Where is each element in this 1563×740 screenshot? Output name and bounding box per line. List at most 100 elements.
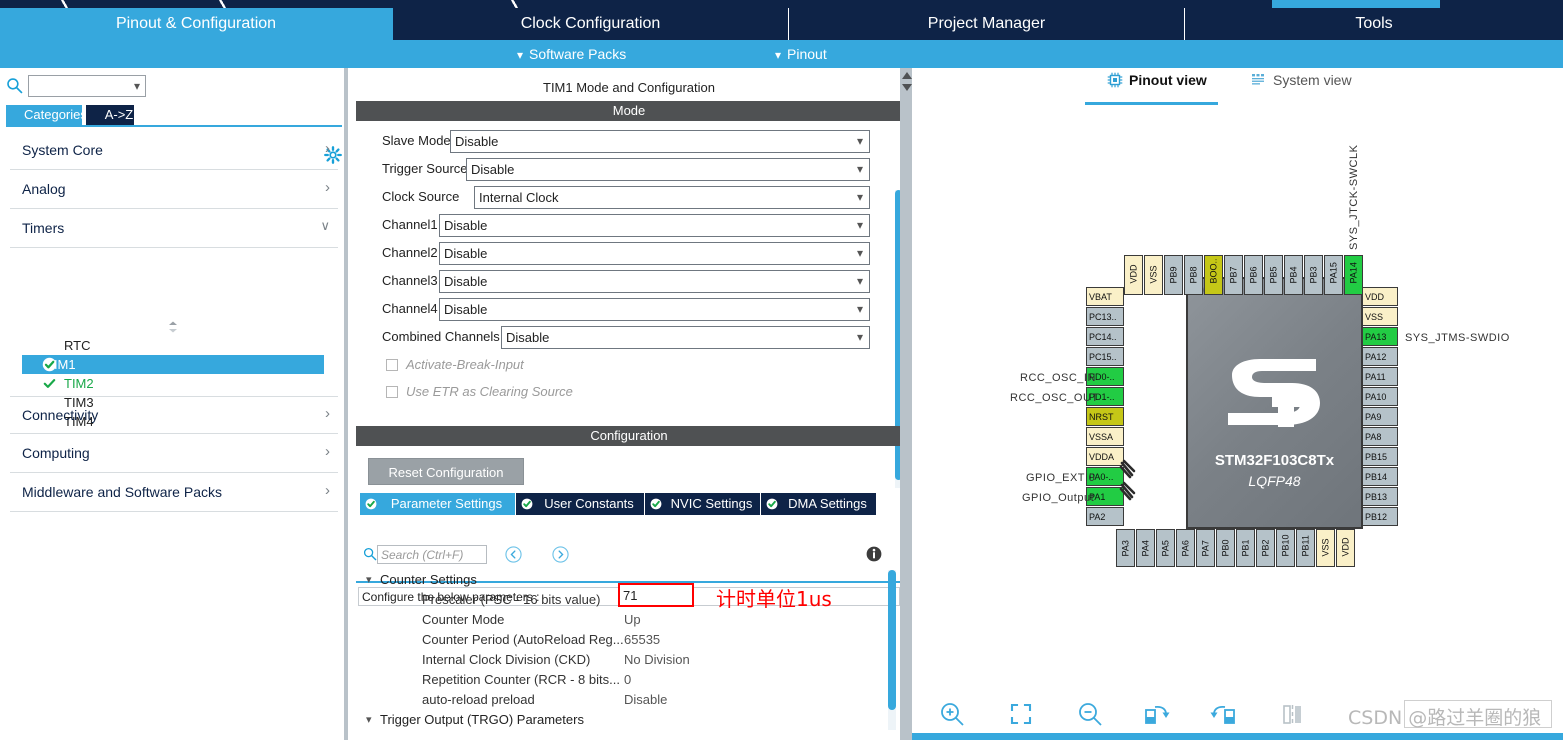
chevron-down-icon: ▾ — [856, 218, 863, 232]
annotation-text: 计时单位1us — [716, 587, 832, 611]
tab-label: Pinout view — [1129, 72, 1207, 88]
chevron-down-icon: ▾ — [856, 302, 863, 316]
pin-pb4[interactable]: PB4 — [1284, 255, 1303, 295]
chevron-down-icon: ▾ — [775, 48, 782, 62]
pin-pb12[interactable]: PB12 — [1362, 507, 1398, 526]
pin-pb5[interactable]: PB5 — [1264, 255, 1283, 295]
pin-pc15[interactable]: PC15.. — [1086, 347, 1124, 366]
pin-pb7[interactable]: PB7 — [1224, 255, 1243, 295]
tab-dma-settings[interactable]: DMA Settings — [761, 493, 876, 515]
param-name: auto-reload preload — [422, 692, 535, 707]
pin-pb6[interactable]: PB6 — [1244, 255, 1263, 295]
signal-label-gpio-output: GPIO_Output — [1022, 492, 1095, 504]
pin-vdd-bottom[interactable]: VDD — [1336, 529, 1355, 567]
chip-icon — [1107, 72, 1123, 88]
pin-pa8[interactable]: PA8 — [1362, 427, 1398, 446]
chevron-down-icon: ▾ — [856, 330, 863, 344]
pin-nrst[interactable]: NRST — [1086, 407, 1124, 426]
param-name: Repetition Counter (RCR - 8 bits... — [422, 672, 620, 687]
splitter-collapse-left-icon[interactable] — [902, 72, 912, 79]
pinout-menu[interactable]: ▾ Pinout — [775, 40, 827, 68]
pin-vbat[interactable]: VBAT — [1086, 287, 1124, 306]
pin-pa13[interactable]: PA13 — [1362, 327, 1398, 346]
menu-strip-highlight — [1272, 0, 1440, 8]
chevron-down-icon: ▾ — [856, 134, 863, 148]
group-label: Trigger Output (TRGO) Parameters — [380, 712, 584, 727]
zoom-out-icon[interactable] — [1074, 698, 1106, 730]
signal-label-gpio-exti0: GPIO_EXTI0 — [1026, 472, 1096, 484]
pin-pa10[interactable]: PA10 — [1362, 387, 1398, 406]
tab-label: System view — [1273, 72, 1352, 88]
check-circle-icon — [766, 498, 778, 510]
fit-screen-icon[interactable] — [1005, 698, 1037, 730]
rotate-right-icon[interactable] — [1140, 698, 1172, 730]
chip-diagram: STM32F103C8Tx LQFP48 VDD VSS PB9 PB8 BOO… — [0, 0, 1509, 672]
list-icon — [1252, 74, 1264, 85]
pin-pb14[interactable]: PB14 — [1362, 467, 1398, 486]
pin-vdd-right[interactable]: VDD — [1362, 287, 1398, 306]
flip-icon[interactable] — [1276, 698, 1308, 730]
signal-label-rcc-osc-out: RCC_OSC_OUT — [1010, 392, 1099, 404]
pin-pa4[interactable]: PA4 — [1136, 529, 1155, 567]
pin-pa9[interactable]: PA9 — [1362, 407, 1398, 426]
pin-boot0[interactable]: BOO.. — [1204, 255, 1223, 295]
st-logo-icon — [1228, 359, 1320, 427]
tab-label: Project Manager — [927, 15, 1046, 32]
pinout-label: Pinout — [787, 46, 827, 62]
pin-vss-top[interactable]: VSS — [1144, 255, 1163, 295]
pin-pa15[interactable]: PA15 — [1324, 255, 1343, 295]
pin-pa3[interactable]: PA3 — [1116, 529, 1135, 567]
zoom-in-icon[interactable] — [936, 698, 968, 730]
pin-pb9[interactable]: PB9 — [1164, 255, 1183, 295]
pin-vss-right[interactable]: VSS — [1362, 307, 1398, 326]
pin-pb0[interactable]: PB0 — [1216, 529, 1235, 567]
pin-vssa[interactable]: VSSA — [1086, 427, 1124, 446]
chevron-down-icon: ▾ — [856, 246, 863, 260]
pin-pb13[interactable]: PB13 — [1362, 487, 1398, 506]
tab-label: DMA Settings — [788, 496, 867, 511]
signal-label-rcc-osc-in: RCC_OSC_IN — [1020, 372, 1096, 384]
pin-pb1[interactable]: PB1 — [1236, 529, 1255, 567]
pin-pa12[interactable]: PA12 — [1362, 347, 1398, 366]
signal-label-sys-jtms-swdio: SYS_JTMS-SWDIO — [1405, 332, 1510, 344]
tab-tools[interactable]: Tools — [1185, 8, 1563, 40]
tab-project-manager[interactable]: Project Manager — [789, 8, 1185, 40]
pin-pb10[interactable]: PB10 — [1276, 529, 1295, 567]
pin-pb2[interactable]: PB2 — [1256, 529, 1275, 567]
pin-pb3[interactable]: PB3 — [1304, 255, 1323, 295]
pin-vss-bottom[interactable]: VSS — [1316, 529, 1335, 567]
info-icon[interactable] — [866, 546, 882, 562]
chip-name-label: STM32F103C8Tx — [1214, 452, 1335, 469]
watermark-text: CSDN @路过羊圈的狼 — [1348, 707, 1542, 729]
pin-connector-marks — [1119, 459, 1136, 501]
pin-pa7[interactable]: PA7 — [1196, 529, 1215, 567]
pin-pc14[interactable]: PC14.. — [1086, 327, 1124, 346]
pin-pa5[interactable]: PA5 — [1156, 529, 1175, 567]
pin-pa14[interactable]: PA14 — [1344, 255, 1363, 295]
param-tree-scrollbar-thumb[interactable] — [888, 570, 896, 710]
tab-pinout-view[interactable]: Pinout view — [1107, 68, 1207, 92]
tab-system-view[interactable]: System view — [1251, 68, 1352, 92]
param-tree-scrollbar[interactable] — [888, 570, 896, 730]
param-value: Disable — [624, 692, 668, 707]
bottom-accent-bar — [912, 733, 1563, 740]
pin-pa6[interactable]: PA6 — [1176, 529, 1195, 567]
pin-pa11[interactable]: PA11 — [1362, 367, 1398, 386]
chevron-down-icon: ▾ — [366, 714, 372, 726]
panel-splitter[interactable] — [900, 68, 912, 740]
rotate-left-icon[interactable] — [1208, 698, 1240, 730]
pin-pb8[interactable]: PB8 — [1184, 255, 1203, 295]
tab-label: Tools — [1355, 15, 1393, 32]
tab-label: NVIC Settings — [670, 496, 753, 511]
splitter-collapse-right-icon[interactable] — [902, 84, 912, 91]
pin-vdd-top[interactable]: VDD — [1124, 255, 1143, 295]
chip-package-label: LQFP48 — [1248, 473, 1301, 489]
pin-pb11[interactable]: PB11 — [1296, 529, 1315, 567]
check-circle-icon — [650, 498, 662, 510]
chevron-down-icon: ▾ — [856, 190, 863, 204]
chevron-down-icon: ▾ — [856, 274, 863, 288]
pin-pc13[interactable]: PC13.. — [1086, 307, 1124, 326]
tab-nvic-settings[interactable]: NVIC Settings — [645, 493, 760, 515]
pin-pb15[interactable]: PB15 — [1362, 447, 1398, 466]
signal-label-sys-jtck-swclk: SYS_JTCK-SWCLK — [1348, 144, 1360, 250]
